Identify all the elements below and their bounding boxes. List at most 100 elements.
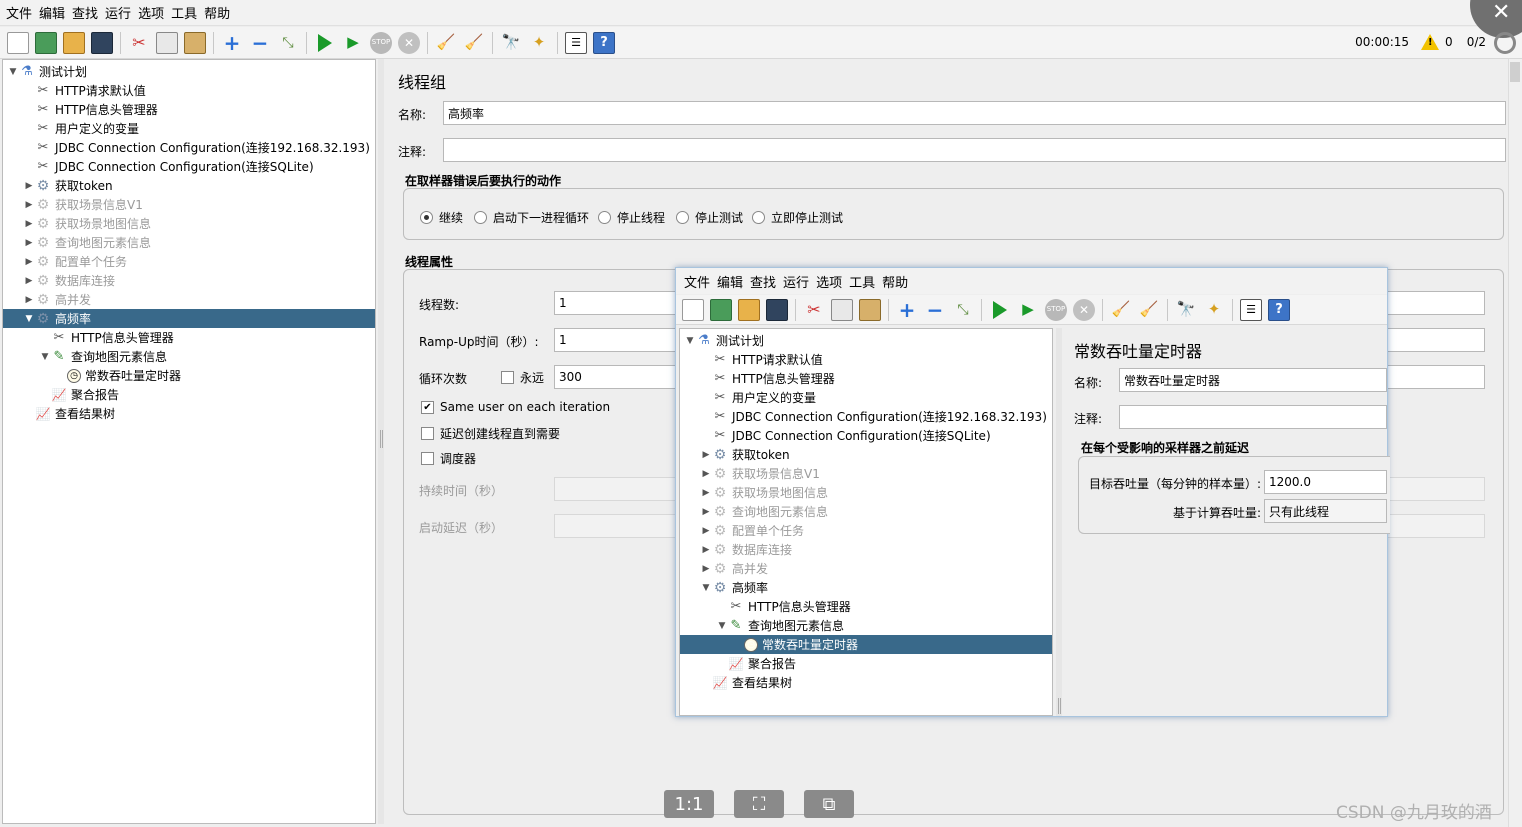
collapsed-toggle-icon[interactable]: ▶ xyxy=(23,219,35,229)
expanded-toggle-icon[interactable]: ▼ xyxy=(23,314,35,324)
same-user-checkbox[interactable]: ✔ Same user on each iteration xyxy=(421,400,610,414)
clear-icon[interactable]: 🧹 xyxy=(1110,299,1132,321)
error-action-radio[interactable]: 立即停止测试 xyxy=(752,209,843,226)
main-menu-item[interactable]: 编辑 xyxy=(39,3,65,22)
tree-node[interactable]: 📈 查看结果树 xyxy=(3,404,375,423)
scrollbar-thumb[interactable] xyxy=(1510,62,1520,82)
popup-menu-item[interactable]: 帮助 xyxy=(882,272,908,291)
shutdown-icon[interactable]: ✕ xyxy=(398,31,420,54)
popup-splitter[interactable] xyxy=(1056,328,1062,716)
tree-node[interactable]: ▶ ⚙ 获取token xyxy=(3,176,375,195)
radio-button-icon[interactable] xyxy=(474,211,487,224)
popup-menu-item[interactable]: 文件 xyxy=(684,272,710,291)
open-icon[interactable] xyxy=(738,298,760,321)
toggle-icon[interactable]: ⤡ xyxy=(277,32,299,54)
delay-thread-checkbox[interactable]: 延迟创建线程直到需要 xyxy=(421,425,560,442)
vertical-scrollbar[interactable] xyxy=(1508,59,1522,827)
open-icon[interactable] xyxy=(63,31,85,54)
expanded-toggle-icon[interactable]: ▼ xyxy=(700,583,712,593)
reset-search-icon[interactable]: ✦ xyxy=(528,32,550,54)
tree-node[interactable]: ▼ ⚗ 测试计划 xyxy=(3,62,375,81)
tree-node[interactable]: ▶ ⚙ 数据库连接 xyxy=(3,271,375,290)
popup-menu-item[interactable]: 查找 xyxy=(750,272,776,291)
scheduler-checkbox[interactable]: 调度器 xyxy=(421,450,476,467)
tree-node[interactable]: ◷ 常数吞吐量定时器 xyxy=(680,635,1052,654)
stop-icon[interactable]: STOP xyxy=(370,31,392,54)
collapse-all-icon[interactable]: − xyxy=(249,32,271,54)
tree-node[interactable]: ✂ HTTP信息头管理器 xyxy=(3,100,375,119)
toggle-icon[interactable]: ⤡ xyxy=(952,299,974,321)
radio-button-icon[interactable] xyxy=(752,211,765,224)
clear-all-icon[interactable]: 🧹 xyxy=(1138,299,1160,321)
copy-icon[interactable] xyxy=(831,298,853,321)
templates-icon[interactable] xyxy=(710,298,732,321)
tree-node[interactable]: ▶ ⚙ 查询地图元素信息 xyxy=(3,233,375,252)
tree-node[interactable]: ▼ ✎ 查询地图元素信息 xyxy=(680,616,1052,635)
same-user-check-icon[interactable]: ✔ xyxy=(421,400,434,414)
collapsed-toggle-icon[interactable]: ▶ xyxy=(700,564,712,574)
tree-node[interactable]: ▶ ⚙ 数据库连接 xyxy=(680,540,1052,559)
paste-icon[interactable] xyxy=(859,298,881,321)
collapsed-toggle-icon[interactable]: ▶ xyxy=(23,295,35,305)
main-menu-item[interactable]: 工具 xyxy=(171,3,197,22)
function-helper-icon[interactable]: ☰ xyxy=(565,31,587,54)
tree-node[interactable]: ▶ ⚙ 获取场景信息V1 xyxy=(680,464,1052,483)
shutdown-icon[interactable]: ✕ xyxy=(1073,298,1095,321)
collapsed-toggle-icon[interactable]: ▶ xyxy=(700,488,712,498)
start-icon[interactable] xyxy=(318,33,332,52)
save-icon[interactable] xyxy=(91,31,113,54)
tree-node[interactable]: ▶ ⚙ 获取场景地图信息 xyxy=(680,483,1052,502)
popup-menu-item[interactable]: 运行 xyxy=(783,272,809,291)
popup-menu-item[interactable]: 工具 xyxy=(849,272,875,291)
tree-node[interactable]: ▼ ✎ 查询地图元素信息 xyxy=(3,347,375,366)
tree-node[interactable]: ✂ JDBC Connection Configuration(连接192.168… xyxy=(3,138,375,157)
collapse-all-icon[interactable]: − xyxy=(924,299,946,321)
warning-icon[interactable] xyxy=(1421,34,1440,50)
tree-node[interactable]: ✂ 用户定义的变量 xyxy=(680,388,1052,407)
new-icon[interactable] xyxy=(682,298,704,321)
name-input[interactable]: 高频率 xyxy=(443,101,1506,125)
target-throughput-input[interactable]: 1200.0 xyxy=(1264,470,1387,494)
scheduler-check-box[interactable] xyxy=(421,452,434,465)
tree-node[interactable]: ▶ ⚙ 高并发 xyxy=(680,559,1052,578)
tree-node[interactable]: ✂ HTTP信息头管理器 xyxy=(3,328,375,347)
tree-node[interactable]: ✂ JDBC Connection Configuration(连接192.168… xyxy=(680,407,1052,426)
tree-node[interactable]: ✂ 用户定义的变量 xyxy=(3,119,375,138)
collapsed-toggle-icon[interactable]: ▶ xyxy=(700,469,712,479)
fit-screen-icon[interactable]: ⛶ xyxy=(734,790,784,818)
popup-menu-item[interactable]: 选项 xyxy=(816,272,842,291)
forever-checkbox-box[interactable] xyxy=(501,371,514,384)
main-menu-item[interactable]: 查找 xyxy=(72,3,98,22)
paste-icon[interactable] xyxy=(184,31,206,54)
remote-icon[interactable] xyxy=(1494,32,1516,54)
tree-node[interactable]: ▼ ⚗ 测试计划 xyxy=(680,331,1052,350)
expanded-toggle-icon[interactable]: ▼ xyxy=(684,336,696,346)
collapsed-toggle-icon[interactable]: ▶ xyxy=(23,200,35,210)
copy-icon[interactable] xyxy=(156,31,178,54)
save-icon[interactable] xyxy=(766,298,788,321)
timer-name-input[interactable]: 常数吞吐量定时器 xyxy=(1119,368,1387,392)
edit-image-icon[interactable]: ⧉ xyxy=(804,790,854,818)
tree-node[interactable]: ▶ ⚙ 获取场景信息V1 xyxy=(3,195,375,214)
cut-icon[interactable]: ✂ xyxy=(128,32,150,54)
error-action-radio[interactable]: 继续 xyxy=(420,209,463,226)
tree-node[interactable]: ✂ HTTP信息头管理器 xyxy=(680,597,1052,616)
collapsed-toggle-icon[interactable]: ▶ xyxy=(23,238,35,248)
reset-search-icon[interactable]: ✦ xyxy=(1203,299,1225,321)
main-menu-item[interactable]: 帮助 xyxy=(204,3,230,22)
tree-node[interactable]: ✂ HTTP请求默认值 xyxy=(680,350,1052,369)
help-icon[interactable]: ? xyxy=(1268,298,1290,321)
error-action-radio[interactable]: 启动下一进程循环 xyxy=(474,209,589,226)
error-action-radio[interactable]: 停止线程 xyxy=(598,209,665,226)
search-binoculars-icon[interactable]: 🔭 xyxy=(1175,299,1197,321)
comment-input[interactable] xyxy=(443,138,1506,162)
tree-node[interactable]: ▼ ⚙ 高频率 xyxy=(3,309,375,328)
forever-checkbox[interactable]: 永远 xyxy=(501,369,544,386)
function-helper-icon[interactable]: ☰ xyxy=(1240,298,1262,321)
tree-node[interactable]: ▶ ⚙ 配置单个任务 xyxy=(3,252,375,271)
calc-mode-select[interactable]: 只有此线程 xyxy=(1264,499,1387,523)
collapsed-toggle-icon[interactable]: ▶ xyxy=(23,181,35,191)
radio-button-icon[interactable] xyxy=(420,211,433,224)
templates-icon[interactable] xyxy=(35,31,57,54)
tree-node[interactable]: 📈 聚合报告 xyxy=(680,654,1052,673)
